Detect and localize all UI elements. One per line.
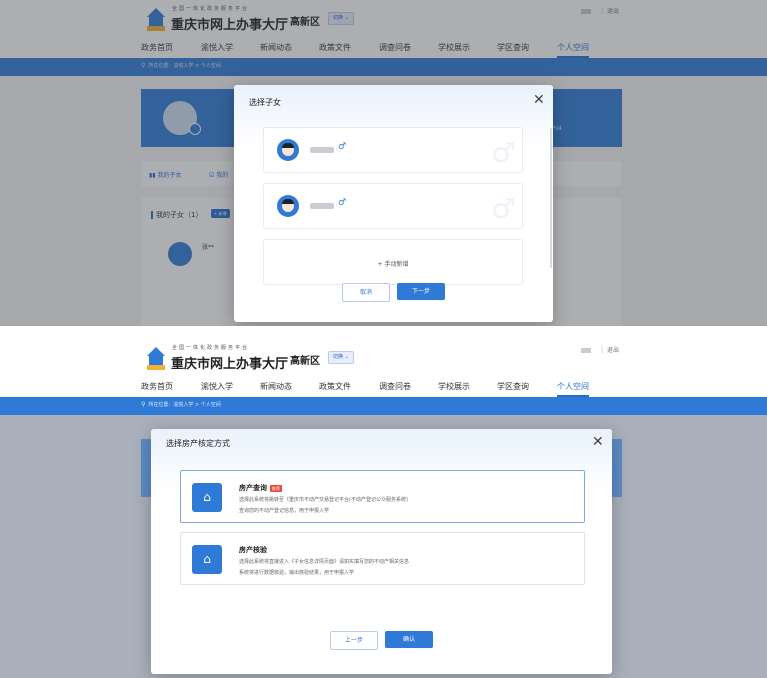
masked-child-name: [310, 203, 334, 209]
child-option-card[interactable]: ♂ ♂: [263, 183, 523, 229]
nav-item-home[interactable]: 政务首页: [141, 381, 173, 392]
property-method-dialog: 选择房产核定方式 ✕ ⌂ 房产查询 推荐 选择此系统将跳转至《重庆市不动产交易登记…: [151, 429, 612, 674]
logout-link[interactable]: 退出: [607, 347, 619, 354]
close-icon[interactable]: ✕: [533, 93, 545, 107]
nav-item-district-query[interactable]: 学区查询: [497, 381, 529, 392]
male-icon: ♂: [338, 142, 347, 152]
main-nav: 政务首页 渝悦入学 新闻动态 政策文件 调查问卷 学校展示 学区查询 个人空间: [0, 377, 767, 397]
house-verify-icon: ⌂: [192, 545, 222, 574]
house-search-icon: ⌂: [192, 483, 222, 512]
option-title: 房产查询 推荐: [239, 483, 282, 493]
next-button[interactable]: 下一步: [397, 283, 445, 300]
breadcrumb: ⚲ 所在位置：渝悦入学 > 个人空间: [141, 401, 221, 408]
masked-child-name: [310, 147, 334, 153]
screenshot-property-method: 全国一体化政务服务平台 重庆市网上办事大厅 高新区 切换 ⌄ | 退出 政务首页 …: [0, 339, 767, 678]
nav-item-survey[interactable]: 调查问卷: [379, 381, 411, 392]
cancel-button[interactable]: 取消: [342, 283, 390, 302]
confirm-button[interactable]: 确认: [385, 631, 433, 648]
option-desc-line1: 选择此系统将直接进入《子女信息详情页面》请如实填写您的不动产相关信息: [239, 559, 410, 565]
site-slogan: 全国一体化政务服务平台: [172, 345, 250, 351]
close-icon[interactable]: ✕: [592, 435, 604, 449]
option-desc-line2: 系统将进行数据核验，输出核验结果，用于申报入学: [239, 570, 355, 576]
male-watermark-icon: ♂: [490, 136, 516, 169]
recommended-badge: 推荐: [270, 484, 282, 492]
male-watermark-icon: ♂: [490, 192, 516, 225]
child-option-card[interactable]: ♂ ♂: [263, 127, 523, 173]
option-title-text: 房产查询: [239, 484, 267, 492]
district-switch[interactable]: 切换 ⌄: [328, 351, 354, 364]
nav-item-personal[interactable]: 个人空间: [557, 381, 589, 397]
breadcrumb-bar: ⚲ 所在位置：渝悦入学 > 个人空间: [0, 397, 767, 415]
dialog-title: 选择房产核定方式: [166, 439, 230, 448]
user-name-placeholder: [580, 348, 591, 353]
option-property-query[interactable]: ⌂ 房产查询 推荐 选择此系统将跳转至《重庆市不动产交易登记平台(不动产登记公众服…: [180, 470, 585, 523]
screenshot-select-child: 全国一体化政务服务平台 重庆市网上办事大厅 高新区 切换 ⌄ | 退出 政务首页 …: [0, 0, 767, 326]
option-desc-line1: 选择此系统将跳转至《重庆市不动产交易登记平台(不动产登记公众服务系统): [239, 497, 408, 503]
site-header: 全国一体化政务服务平台 重庆市网上办事大厅 高新区 切换 ⌄ | 退出: [0, 339, 767, 377]
nav-item-enrollment[interactable]: 渝悦入学: [201, 381, 233, 392]
district-name: 高新区: [290, 356, 320, 367]
option-desc-line2: 查询您的不动产登记信息，用于申报入学: [239, 508, 330, 514]
nav-item-policy[interactable]: 政策文件: [319, 381, 351, 392]
male-icon: ♂: [338, 198, 347, 208]
user-area: | 退出: [580, 345, 619, 354]
manual-add-card[interactable]: + 手动新增: [263, 239, 523, 285]
child-avatar-icon: [277, 139, 299, 161]
nav-item-news[interactable]: 新闻动态: [260, 381, 292, 392]
site-logo-icon: [145, 345, 167, 371]
nav-item-schools[interactable]: 学校展示: [438, 381, 470, 392]
select-child-dialog: 选择子女 ✕ ♂ ♂ ♂ ♂ + 手动新增 取消 下一步: [234, 85, 553, 322]
site-name: 重庆市网上办事大厅: [171, 357, 289, 372]
location-pin-icon: ⚲: [141, 401, 146, 408]
option-title: 房产核验: [239, 546, 267, 554]
breadcrumb-text: 所在位置：渝悦入学 > 个人空间: [148, 402, 221, 408]
dialog-title: 选择子女: [249, 98, 281, 107]
screenshot-separator: [0, 326, 767, 339]
manual-add-label: + 手动新增: [377, 261, 409, 268]
option-property-verify[interactable]: ⌂ 房产核验 选择此系统将直接进入《子女信息详情页面》请如实填写您的不动产相关信…: [180, 532, 585, 585]
child-avatar-icon: [277, 195, 299, 217]
previous-button[interactable]: 上一步: [330, 631, 378, 650]
dialog-scrollbar[interactable]: [550, 128, 552, 268]
